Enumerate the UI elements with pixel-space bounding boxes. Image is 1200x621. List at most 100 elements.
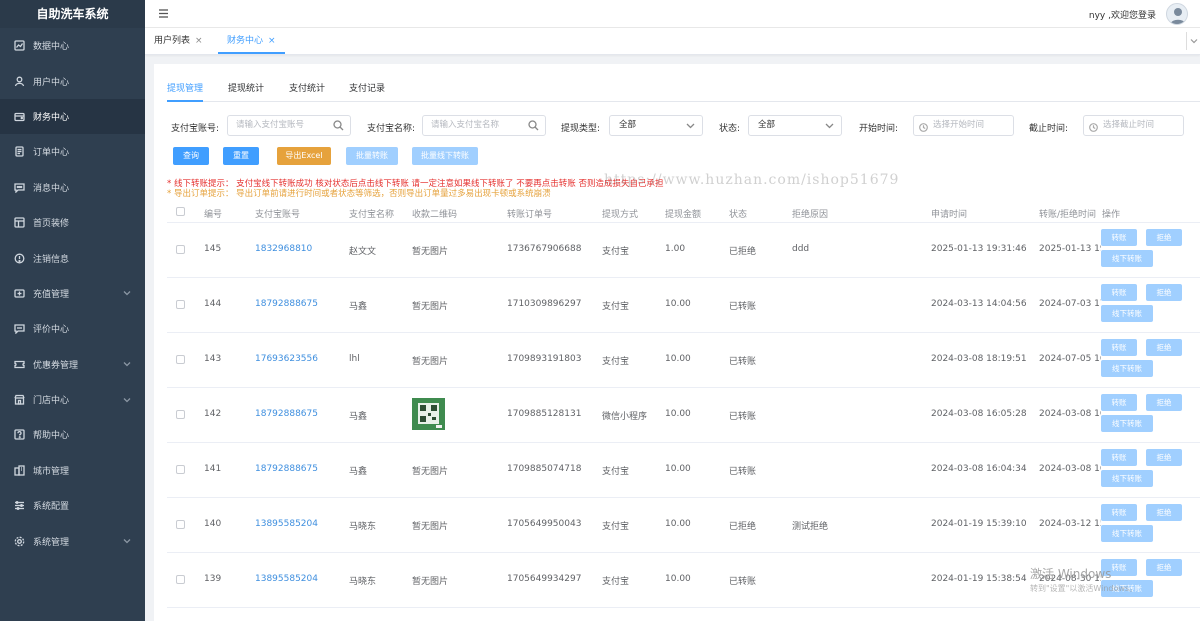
export-excel-button[interactable]: 导出Excel [277,147,331,165]
row-checkbox[interactable] [176,520,185,529]
row-checkbox[interactable] [176,575,185,584]
cell-method: 微信小程序 [602,412,648,422]
withdraw-type-select[interactable]: 全部 [609,115,703,136]
cell-apply-time: 2024-03-08 16:04:34 [931,464,1027,474]
search-icon[interactable] [528,120,539,131]
sidebar-item-order[interactable]: 订单中心 [0,134,145,169]
sub-tabs: 提现管理 提现统计 支付统计 支付记录 [167,82,1200,102]
sidebar-item-chart[interactable]: 数据中心 [0,28,145,63]
close-icon[interactable]: × [195,36,203,46]
sidebar-item-logout-info[interactable]: 注销信息 [0,240,145,275]
search-icon[interactable] [333,120,344,131]
batch-transfer-button[interactable]: 批量转账 [346,147,398,165]
sidebar-item-label: 订单中心 [33,148,70,159]
reject-button[interactable]: 拒绝 [1146,394,1182,411]
table-body: 145 1832968810 赵文文 暂无图片 1736767906688 支付宝 1.00… [167,223,1200,608]
subtab-payment-records[interactable]: 支付记录 [349,82,385,102]
sidebar-item-home-decor[interactable]: 首页装修 [0,205,145,240]
reject-button[interactable]: 拒绝 [1146,449,1182,466]
cell-apply-time: 2024-03-08 16:05:28 [931,409,1027,419]
sidebar-item-review[interactable]: 评价中心 [0,311,145,346]
cell-alipay-account[interactable]: 13895585204 [255,574,318,584]
reset-button[interactable]: 重置 [223,147,259,165]
reject-button[interactable]: 拒绝 [1146,229,1182,246]
cell-amount: 10.00 [665,354,691,364]
transfer-button[interactable]: 转账 [1101,394,1137,411]
offline-transfer-button[interactable]: 线下转账 [1101,360,1153,377]
export-order-tip: * 导出订单提示： 导出订单前请进行时间或者状态等筛选，否则导出订单量过多易出现… [167,189,551,199]
chevron-down-icon[interactable] [685,120,696,131]
sidebar-item-message[interactable]: 消息中心 [0,170,145,205]
reject-button[interactable]: 拒绝 [1146,504,1182,521]
col-order-no: 转账订单号 [507,210,553,220]
subtab-payment-stats[interactable]: 支付统计 [289,82,325,102]
reject-button[interactable]: 拒绝 [1146,339,1182,356]
transfer-button[interactable]: 转账 [1101,229,1137,246]
row-checkbox[interactable] [176,410,185,419]
select-all-checkbox[interactable] [176,207,185,216]
batch-offline-transfer-button[interactable]: 批量线下转账 [412,147,478,165]
cell-method: 支付宝 [602,247,630,257]
subtab-withdraw-manage[interactable]: 提现管理 [167,82,204,102]
cell-amount: 10.00 [665,299,691,309]
hamburger-icon[interactable] [158,8,169,19]
row-checkbox[interactable] [176,245,185,254]
sidebar-item-city[interactable]: 城市管理 [0,453,145,488]
col-id: 编号 [204,210,223,220]
cell-id: 140 [204,519,222,529]
cell-order-no: 1709885128131 [507,409,582,419]
offline-transfer-button[interactable]: 线下转账 [1101,470,1153,487]
cell-qr-code: 暂无图片 [412,522,449,532]
sidebar-item-wallet[interactable]: 财务中心 [0,98,145,135]
alipay-account-input[interactable]: 请输入支付宝账号 [227,115,351,136]
withdraw-table: 编号 支付宝账号 支付宝名称 收款二维码 转账订单号 提现方式 提现金额 状态 … [167,201,1200,608]
cell-alipay-account[interactable]: 18792888675 [255,299,318,309]
sidebar-item-help[interactable]: 帮助中心 [0,417,145,452]
cell-alipay-account[interactable]: 13895585204 [255,519,318,529]
tab-user-list[interactable]: 用户列表 × [145,28,212,54]
cell-id: 141 [204,464,222,474]
transfer-button[interactable]: 转账 [1101,339,1137,356]
tabs-dropdown[interactable] [1186,32,1200,50]
transfer-button[interactable]: 转账 [1101,504,1137,521]
sidebar-item-coupon[interactable]: 优惠券管理 [0,347,145,382]
reject-button[interactable]: 拒绝 [1146,559,1182,576]
settings-icon [14,536,25,547]
cell-qr-code: 暂无图片 [412,577,449,587]
qr-code-image[interactable] [412,398,445,430]
end-time-picker[interactable]: 选择截止时间 [1083,115,1184,136]
start-time-picker[interactable]: 选择开始时间 [913,115,1014,136]
cell-alipay-account[interactable]: 17693623556 [255,354,318,364]
offline-transfer-button[interactable]: 线下转账 [1101,305,1153,322]
cell-alipay-account[interactable]: 18792888675 [255,409,318,419]
close-icon[interactable]: × [268,36,276,46]
alipay-name-input[interactable]: 请输入支付宝名称 [422,115,546,136]
cell-amount: 1.00 [665,244,686,254]
offline-transfer-button[interactable]: 线下转账 [1101,250,1153,267]
row-checkbox[interactable] [176,465,185,474]
subtab-withdraw-stats[interactable]: 提现统计 [228,82,264,102]
sidebar-item-settings[interactable]: 系统管理 [0,523,145,558]
row-checkbox[interactable] [176,300,185,309]
col-done-time: 转账/拒绝时间 [1039,210,1097,220]
end-time-label: 截止时间: [1029,124,1069,134]
sidebar-item-user[interactable]: 用户中心 [0,63,145,98]
tab-finance-center[interactable]: 财务中心 × [218,28,285,54]
query-button[interactable]: 查询 [173,147,209,165]
cell-amount: 10.00 [665,574,691,584]
cell-order-no: 1709893191803 [507,354,582,364]
sidebar-item-recharge[interactable]: 充值管理 [0,276,145,311]
offline-transfer-button[interactable]: 线下转账 [1101,525,1153,542]
cell-alipay-account[interactable]: 1832968810 [255,244,312,254]
reject-button[interactable]: 拒绝 [1146,284,1182,301]
offline-transfer-button[interactable]: 线下转账 [1101,415,1153,432]
status-select[interactable]: 全部 [748,115,842,136]
avatar[interactable] [1166,3,1188,25]
transfer-button[interactable]: 转账 [1101,284,1137,301]
transfer-button[interactable]: 转账 [1101,449,1137,466]
cell-alipay-account[interactable]: 18792888675 [255,464,318,474]
sidebar-item-store[interactable]: 门店中心 [0,382,145,417]
chevron-down-icon[interactable] [824,120,835,131]
row-checkbox[interactable] [176,355,185,364]
sidebar-item-config[interactable]: 系统配置 [0,488,145,523]
